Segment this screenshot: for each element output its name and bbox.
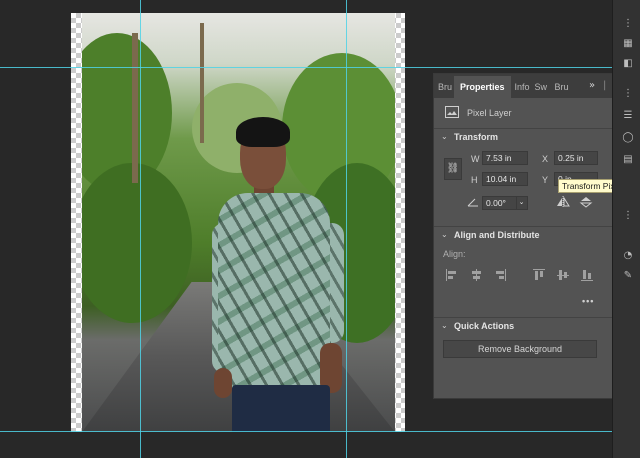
dock-icon[interactable]: ▦ [621, 38, 635, 50]
dock-icon[interactable]: ⋮ [621, 210, 635, 222]
align-top-edges-icon[interactable] [533, 269, 545, 281]
right-panel-dock: ⋮ ▦ ◧ ⋮ ☰ ◯ ▤ ⋮ ◔ ✎ [612, 0, 640, 458]
guide-vertical-left[interactable] [140, 0, 141, 458]
person-hair [236, 117, 290, 147]
tab-brush-settings[interactable]: Bru [551, 76, 571, 98]
tree-trunk [200, 23, 204, 143]
person-hand-left [214, 368, 232, 398]
tab-swatches[interactable]: Sw [531, 76, 551, 98]
tab-brushes[interactable]: Bru [434, 76, 454, 98]
person-jeans [232, 385, 330, 432]
align-left-edges-icon[interactable] [446, 269, 458, 281]
align-bottom-edges-icon[interactable] [581, 269, 593, 281]
dock-icon[interactable]: ◔ [621, 250, 635, 262]
remove-background-button[interactable]: Remove Background [443, 340, 597, 358]
transform-heading: Transform [454, 132, 499, 142]
tab-properties[interactable]: Properties [454, 76, 511, 98]
angle-dropdown-icon[interactable]: ⌄ [516, 197, 526, 209]
properties-panel: Bru Properties Info Sw Bru » | ≡ Pixel L… [433, 73, 626, 399]
align-horizontal-centers-icon[interactable] [470, 269, 482, 281]
dock-icon[interactable]: ◯ [621, 132, 635, 144]
height-field[interactable]: 10.04 in [482, 172, 528, 186]
panel-tab-bar: Bru Properties Info Sw Bru » | ≡ [434, 74, 625, 98]
chevron-down-icon: ⌄ [441, 321, 448, 330]
align-vertical-centers-icon[interactable] [557, 269, 569, 281]
panel-divider: | [603, 80, 607, 91]
layer-type-label: Pixel Layer [467, 108, 512, 118]
dock-icon[interactable]: ◧ [621, 58, 635, 70]
dock-icon[interactable]: ☰ [621, 110, 635, 122]
width-field[interactable]: 7.53 in [482, 151, 528, 165]
panel-expand-icon[interactable]: » [589, 80, 595, 91]
y-label: Y [542, 175, 549, 185]
more-options-icon[interactable]: ••• [582, 296, 594, 306]
chevron-down-icon: ⌄ [441, 132, 448, 141]
pixel-layer-icon [445, 106, 459, 118]
flip-horizontal-icon[interactable] [556, 196, 570, 211]
document-canvas[interactable] [71, 13, 405, 432]
quick-actions-section-header[interactable]: ⌄ Quick Actions [434, 317, 616, 335]
photo-layer[interactable] [82, 13, 395, 432]
x-label: X [542, 154, 549, 164]
dock-icon[interactable]: ✎ [621, 270, 635, 282]
foliage-left-low [82, 163, 192, 323]
chevron-down-icon: ⌄ [441, 230, 448, 239]
angle-field[interactable]: 0.00° ⌄ [482, 196, 528, 210]
x-position-field[interactable]: 0.25 in [554, 151, 598, 165]
angle-value: 0.00° [486, 198, 506, 208]
height-label: H [471, 175, 478, 185]
guide-horizontal-bottom[interactable] [0, 431, 612, 432]
dock-icon[interactable]: ⋮ [621, 88, 635, 100]
align-label: Align: [443, 249, 466, 259]
align-distribute-section-header[interactable]: ⌄ Align and Distribute [434, 226, 616, 244]
transform-section-header[interactable]: ⌄ Transform [434, 128, 616, 146]
link-icon[interactable]: ⛓ [444, 158, 462, 180]
person-shirt [218, 193, 330, 388]
align-distribute-heading: Align and Distribute [454, 230, 540, 240]
tab-info[interactable]: Info [511, 76, 531, 98]
quick-actions-heading: Quick Actions [454, 321, 515, 331]
tree-trunk [132, 33, 138, 183]
angle-icon [467, 197, 479, 210]
flip-vertical-icon[interactable] [579, 196, 593, 211]
dock-icon[interactable]: ▤ [621, 154, 635, 166]
align-right-edges-icon[interactable] [494, 269, 506, 281]
dock-icon[interactable]: ⋮ [621, 18, 635, 30]
guide-horizontal-top[interactable] [0, 67, 612, 68]
width-label: W [471, 154, 480, 164]
guide-vertical-right[interactable] [346, 0, 347, 458]
